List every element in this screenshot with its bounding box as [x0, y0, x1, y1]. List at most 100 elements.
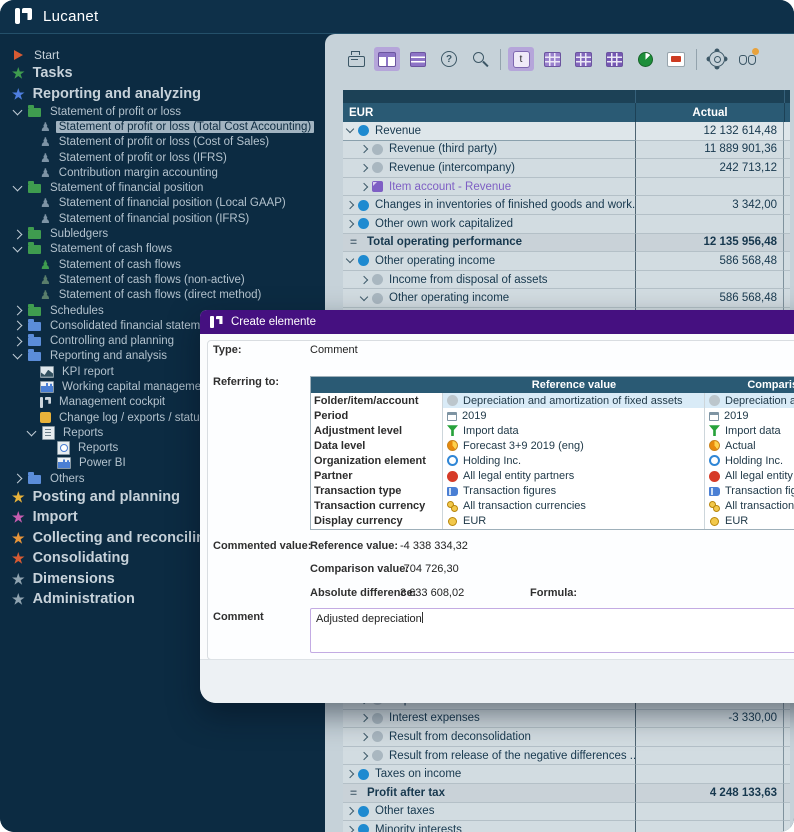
table-row-item-account-revenue[interactable]: Item account - Revenue	[343, 178, 790, 197]
comment-input[interactable]: Adjusted depreciation	[310, 608, 794, 653]
table-row-result-from-release-of-the-negative-diff[interactable]: Result from release of the negative diff…	[343, 747, 790, 766]
dialog-title-bar[interactable]: Create elemente	[200, 310, 794, 334]
reference-row-folder-item-account[interactable]: Folder/item/accountDepreciation and amor…	[311, 393, 794, 408]
reference-value-text: Import data	[463, 425, 519, 437]
print-button[interactable]	[343, 47, 369, 71]
chevron-right-icon[interactable]	[360, 145, 368, 153]
table-row-changes-in-inventories-of-finished-goods[interactable]: Changes in inventories of finished goods…	[343, 196, 790, 215]
sidebar-item-statement-of-profit-or-loss-ifrs[interactable]: Statement of profit or loss (IFRS)	[0, 150, 325, 165]
chevron-down-icon[interactable]	[346, 125, 354, 133]
chevron-right-icon[interactable]	[360, 182, 368, 190]
chevron-right-icon[interactable]	[346, 201, 354, 209]
search-button[interactable]	[467, 47, 493, 71]
reference-row-period[interactable]: Period20192019	[311, 408, 794, 423]
sidebar-item-statement-of-cash-flows-non-active[interactable]: Statement of cash flows (non-active)	[0, 272, 325, 287]
layout-button[interactable]	[374, 47, 400, 71]
chevron-down-icon[interactable]	[346, 255, 354, 263]
sidebar-item-statement-of-cash-flows[interactable]: Statement of cash flows	[0, 257, 325, 272]
sidebar-item-contribution-margin-accounting[interactable]: Contribution margin accounting	[0, 165, 325, 180]
chevron-right-icon[interactable]	[13, 306, 23, 316]
reference-row-transaction-currency[interactable]: Transaction currencyAll transaction curr…	[311, 499, 794, 514]
chevron-right-icon[interactable]	[360, 164, 368, 172]
sidebar-item-label: Subledgers	[47, 228, 111, 240]
table-row-other-operating-income[interactable]: Other operating income586 568,48	[343, 252, 790, 271]
coin-icon	[709, 516, 720, 527]
help-button[interactable]	[436, 47, 462, 71]
chevron-right-icon[interactable]	[346, 770, 354, 778]
sidebar-item-label: Schedules	[47, 305, 107, 317]
chevron-right-icon[interactable]	[346, 220, 354, 228]
chevron-down-icon[interactable]	[13, 182, 23, 192]
table-row-other-taxes[interactable]: Other taxes	[343, 803, 790, 822]
account-blue-dot-icon	[358, 200, 369, 211]
type-label: Type:	[213, 344, 242, 356]
reference-row-label: Transaction currency	[311, 499, 443, 514]
chevron-down-icon[interactable]	[360, 292, 368, 300]
gear-button[interactable]	[704, 47, 730, 71]
sidebar-item-tasks[interactable]: Tasks	[0, 63, 325, 84]
sidebar-item-statement-of-profit-or-loss-cost-of-sale[interactable]: Statement of profit or loss (Cost of Sal…	[0, 135, 325, 150]
grid-all-button[interactable]	[601, 47, 627, 71]
dot-red-icon	[447, 471, 458, 482]
chevron-right-icon[interactable]	[360, 751, 368, 759]
table-row-taxes-on-income[interactable]: Taxes on income	[343, 765, 790, 784]
text-cell-button[interactable]	[508, 47, 534, 71]
chevron-down-icon[interactable]	[13, 105, 23, 115]
sidebar-item-statement-of-financial-position[interactable]: Statement of financial position	[0, 180, 325, 195]
sidebar-item-label: Statement of cash flows (direct method)	[56, 289, 265, 301]
table-row-profit-after-tax[interactable]: =Profit after tax4 248 133,63	[343, 784, 790, 803]
sidebar-item-statement-of-profit-or-loss-total-cost-a[interactable]: Statement of profit or loss (Total Cost …	[0, 119, 325, 134]
chevron-right-icon[interactable]	[360, 275, 368, 283]
actual-column-header[interactable]: Actual	[635, 103, 784, 122]
sidebar-item-label: Start	[31, 48, 62, 62]
chevron-right-icon[interactable]	[13, 321, 23, 331]
sidebar-item-statement-of-financial-position-ifrs[interactable]: Statement of financial position (IFRS)	[0, 211, 325, 226]
table-row-income-from-disposal-of-assets[interactable]: Income from disposal of assets	[343, 271, 790, 290]
sidebar-item-subledgers[interactable]: Subledgers	[0, 226, 325, 241]
table-row-interest-expenses[interactable]: Interest expenses-3 330,00	[343, 710, 790, 729]
sidebar-item-statement-of-financial-position-local-ga[interactable]: Statement of financial position (Local G…	[0, 196, 325, 211]
chevron-right-icon[interactable]	[13, 229, 23, 239]
sidebar-item-start[interactable]: Start	[0, 46, 325, 63]
sidebar-item-statement-of-cash-flows-direct-method[interactable]: Statement of cash flows (direct method)	[0, 288, 325, 303]
chevron-down-icon[interactable]	[13, 243, 23, 253]
chevron-right-icon[interactable]	[13, 336, 23, 346]
chevron-right-icon[interactable]	[360, 714, 368, 722]
reference-row-display-currency[interactable]: Display currencyEUREUR	[311, 514, 794, 529]
rows-button[interactable]	[405, 47, 431, 71]
reference-row-transaction-type[interactable]: Transaction typeTransaction figuresTrans…	[311, 484, 794, 499]
table-row-minority-interests[interactable]: Minority interests	[343, 821, 790, 832]
table-row-revenue[interactable]: Revenue12 132 614,48	[343, 122, 790, 141]
grid-button[interactable]	[539, 47, 565, 71]
comparison-value-cell: Actual	[705, 438, 794, 453]
sidebar-item-statement-of-profit-or-loss[interactable]: Statement of profit or loss	[0, 104, 325, 119]
reference-row-organization-element[interactable]: Organization elementHolding Inc.Holding …	[311, 453, 794, 468]
account-label: Taxes on income	[375, 768, 461, 780]
sidebar-item-label: Contribution margin accounting	[56, 167, 221, 179]
reference-row-adjustment-level[interactable]: Adjustment levelImport dataImport data	[311, 423, 794, 438]
table-row-revenue-intercompany[interactable]: Revenue (intercompany)242 713,12	[343, 159, 790, 178]
table-row-other-operating-income[interactable]: Other operating income586 568,48	[343, 289, 790, 308]
chevron-right-icon[interactable]	[346, 826, 354, 832]
sidebar-item-label: Controlling and planning	[47, 335, 177, 347]
grid-values-button[interactable]	[570, 47, 596, 71]
app-title: Lucanet	[43, 8, 98, 25]
glasses-button[interactable]	[735, 47, 761, 71]
sidebar-item-statement-of-cash-flows[interactable]: Statement of cash flows	[0, 242, 325, 257]
table-row-total-operating-performance[interactable]: =Total operating performance12 135 956,4…	[343, 234, 790, 253]
pie-green-button[interactable]	[632, 47, 658, 71]
table-row-result-from-deconsolidation[interactable]: Result from deconsolidation	[343, 728, 790, 747]
chevron-down-icon[interactable]	[27, 426, 37, 436]
chevron-right-icon[interactable]	[13, 474, 23, 484]
table-row-revenue-third-party[interactable]: Revenue (third party)11 889 901,36	[343, 141, 790, 160]
sidebar-item-label: Statement of profit or loss (Total Cost …	[56, 121, 314, 133]
red-cell-button[interactable]	[663, 47, 689, 71]
application-window: Lucanet StartTasksReporting and analyzin…	[0, 0, 794, 832]
reference-row-partner[interactable]: PartnerAll legal entity partnersAll lega…	[311, 468, 794, 483]
reference-row-data-level[interactable]: Data levelForecast 3+9 2019 (eng)Actual	[311, 438, 794, 453]
chevron-right-icon[interactable]	[346, 807, 354, 815]
chevron-down-icon[interactable]	[13, 350, 23, 360]
table-row-other-own-work-capitalized[interactable]: Other own work capitalized	[343, 215, 790, 234]
sidebar-item-reporting-and-analyzing[interactable]: Reporting and analyzing	[0, 84, 325, 105]
chevron-right-icon[interactable]	[360, 733, 368, 741]
